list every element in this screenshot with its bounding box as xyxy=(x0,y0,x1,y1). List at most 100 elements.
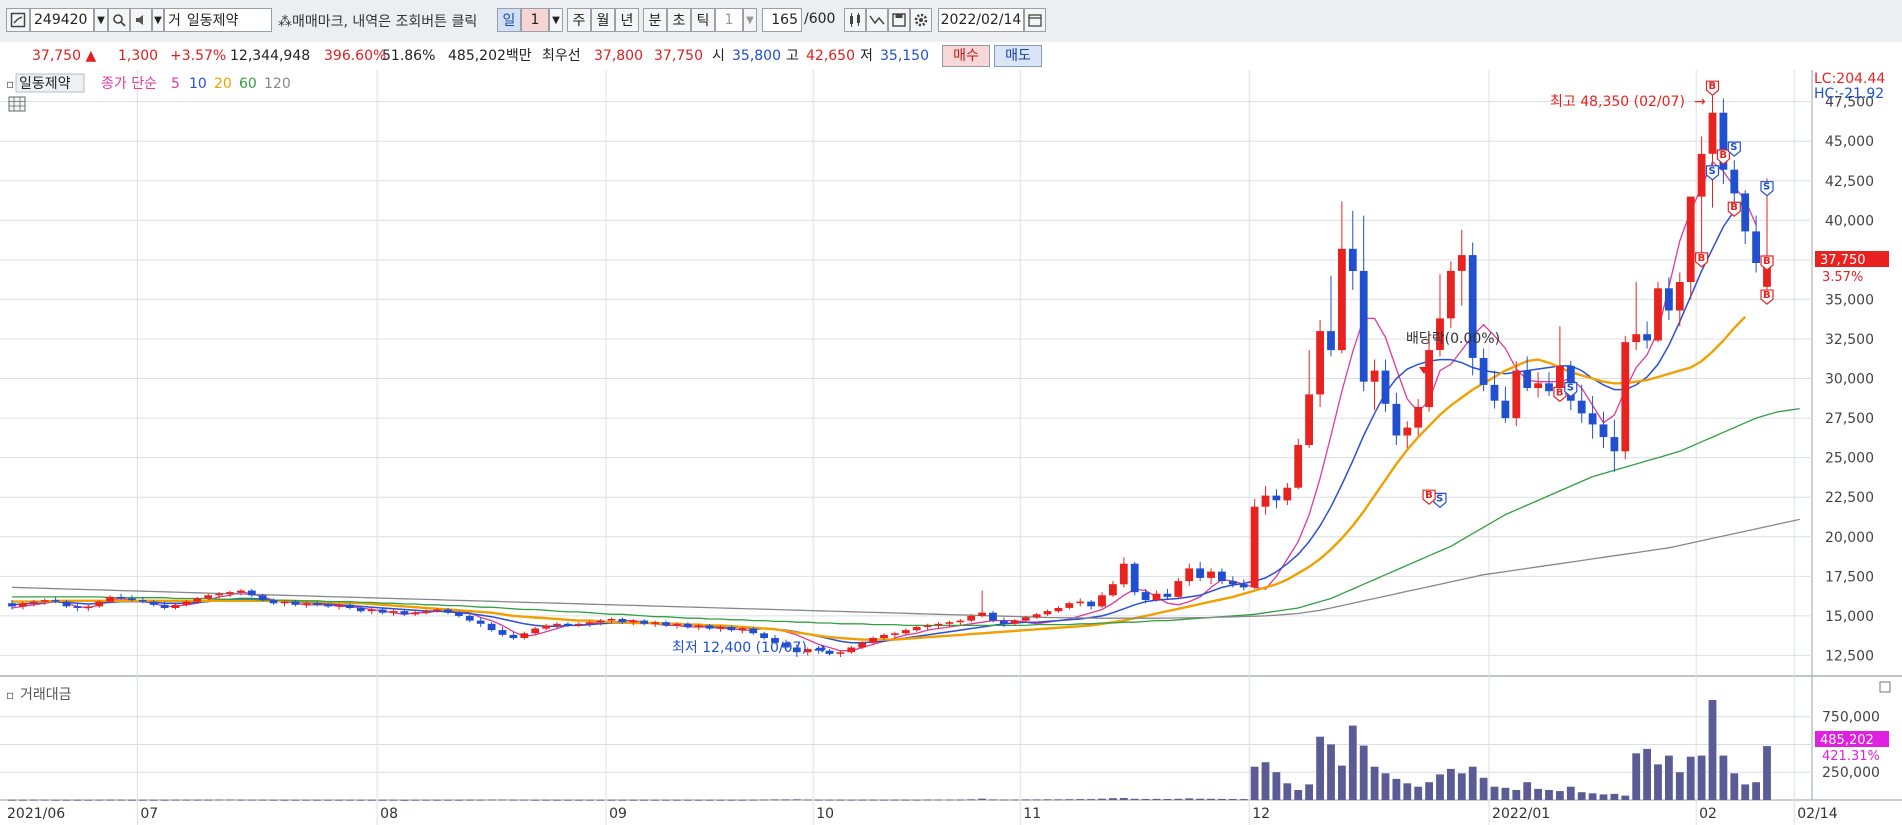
stock-name-field[interactable]: 거 일동제약 xyxy=(164,8,272,32)
sell-button[interactable]: 매도 xyxy=(994,45,1042,67)
candle-body xyxy=(1305,394,1313,445)
volume-bar xyxy=(1414,786,1423,800)
volume-bar xyxy=(411,799,420,801)
volume-bar xyxy=(596,799,605,801)
candle-body xyxy=(1523,370,1532,388)
buy-button[interactable]: 매수 xyxy=(942,45,990,67)
candle-body xyxy=(1316,331,1324,395)
volume-bar xyxy=(1294,790,1303,800)
stock-code-input[interactable]: 249420 xyxy=(30,8,94,32)
turnover: 51.86% xyxy=(382,48,436,64)
candle-body xyxy=(585,622,594,624)
search-icon[interactable] xyxy=(108,8,130,32)
bars-input[interactable]: 165 xyxy=(762,8,802,32)
candle-body xyxy=(1130,563,1139,593)
volume-bar xyxy=(814,799,823,801)
candle-body xyxy=(1174,581,1183,597)
volume-bar xyxy=(1501,787,1510,800)
candle-body xyxy=(847,647,856,653)
volume-bar xyxy=(891,799,899,801)
volume-bar xyxy=(607,799,616,801)
buy-marker-letter: B xyxy=(1763,290,1771,301)
candle-body xyxy=(1392,403,1401,436)
gear-icon[interactable] xyxy=(910,8,932,32)
volume-bar xyxy=(1152,798,1161,800)
trend-line-icon[interactable] xyxy=(866,8,888,32)
candle-body xyxy=(1643,334,1651,341)
sound-dropdown-icon[interactable]: ▼ xyxy=(152,8,164,32)
volume-bar xyxy=(749,799,758,801)
volume-bar xyxy=(989,799,997,801)
tab-day[interactable]: 일 xyxy=(497,8,521,32)
volume-bar xyxy=(760,799,768,801)
candle-body xyxy=(1152,593,1161,600)
tab-month[interactable]: 월 xyxy=(591,8,615,32)
candle-body xyxy=(1534,383,1542,388)
sell-marker-letter: S xyxy=(1730,142,1737,153)
volume-bar xyxy=(1425,782,1433,800)
volume-bar xyxy=(912,799,921,801)
volume-panel-close-icon[interactable] xyxy=(1879,681,1891,693)
save-icon[interactable] xyxy=(888,8,910,32)
volume-panel-title: 거래대금 xyxy=(20,687,72,703)
price-panel-marker: ▫ xyxy=(6,77,14,91)
volume-bar xyxy=(389,799,398,801)
candle-body xyxy=(1272,495,1281,501)
date-input[interactable]: 2022/02/14 xyxy=(938,8,1024,32)
day-count-dropdown-icon[interactable]: ▼ xyxy=(549,8,563,32)
candle-body xyxy=(749,628,758,634)
candle-body xyxy=(716,627,725,629)
data-table-icon[interactable] xyxy=(8,96,26,112)
candle-body xyxy=(1119,563,1128,585)
code-dropdown-icon[interactable]: ▼ xyxy=(94,8,108,32)
tab-second[interactable]: 초 xyxy=(667,8,691,32)
candle-body xyxy=(836,652,845,654)
candle-body xyxy=(335,604,343,607)
volume-bar xyxy=(1283,783,1292,800)
volume-bar xyxy=(1479,777,1488,800)
volume-bar xyxy=(346,799,354,801)
candle-body xyxy=(1010,620,1019,624)
tick-count-select[interactable]: 1 xyxy=(715,8,743,32)
volume-bar xyxy=(1065,799,1074,801)
buy-marker-letter: B xyxy=(1730,202,1738,213)
candle-body xyxy=(1479,358,1488,385)
candle-body xyxy=(1359,270,1368,382)
volume-bar xyxy=(727,799,736,801)
candle-body xyxy=(956,620,965,623)
candle-type-icon[interactable] xyxy=(844,8,866,32)
buy-marker-letter: B xyxy=(1719,150,1727,161)
tab-week[interactable]: 주 xyxy=(567,8,591,32)
toolbar: 249420 ▼ ▼ 거 일동제약 ⁂매매마크, 내역은 조회버튼 클릭 일 1… xyxy=(0,0,1902,43)
candle-body xyxy=(1610,437,1619,452)
date-axis-label: 2021/06 xyxy=(7,806,65,822)
tick-count-dropdown-icon[interactable]: ▼ xyxy=(743,8,757,32)
tab-year[interactable]: 년 xyxy=(615,8,639,32)
current-pct-axis-label: 3.57% xyxy=(1822,270,1863,285)
volume-bar xyxy=(1119,798,1128,800)
volume-bar xyxy=(106,799,114,801)
date-axis-label: 02 xyxy=(1699,806,1717,822)
candle-body xyxy=(978,612,986,616)
candle-body xyxy=(378,609,387,613)
volume-bar xyxy=(269,799,278,801)
day-count-select[interactable]: 1 xyxy=(521,8,549,32)
calendar-icon[interactable] xyxy=(1024,8,1046,32)
volume-bar xyxy=(444,799,452,801)
chart-settings-icon[interactable] xyxy=(6,8,30,32)
tab-minute[interactable]: 분 xyxy=(643,8,667,32)
volume-bar xyxy=(215,799,223,801)
volume-bar xyxy=(825,799,834,801)
tab-tick[interactable]: 틱 xyxy=(691,8,715,32)
volume-bar xyxy=(1763,746,1771,800)
sound-icon[interactable] xyxy=(130,8,152,32)
candle-body xyxy=(444,609,452,613)
volume-bar xyxy=(1523,782,1532,800)
candle-body xyxy=(662,622,670,626)
candle-body xyxy=(40,600,49,602)
volume-bar xyxy=(1457,773,1466,800)
volume-bar xyxy=(1468,766,1477,800)
volume-bar xyxy=(149,799,158,801)
stock-chart[interactable]: 12,500 15,000 17,500 20,000 22,500 25,000 27,5… xyxy=(0,70,1902,825)
volume-ratio: 396.60% xyxy=(324,48,387,64)
